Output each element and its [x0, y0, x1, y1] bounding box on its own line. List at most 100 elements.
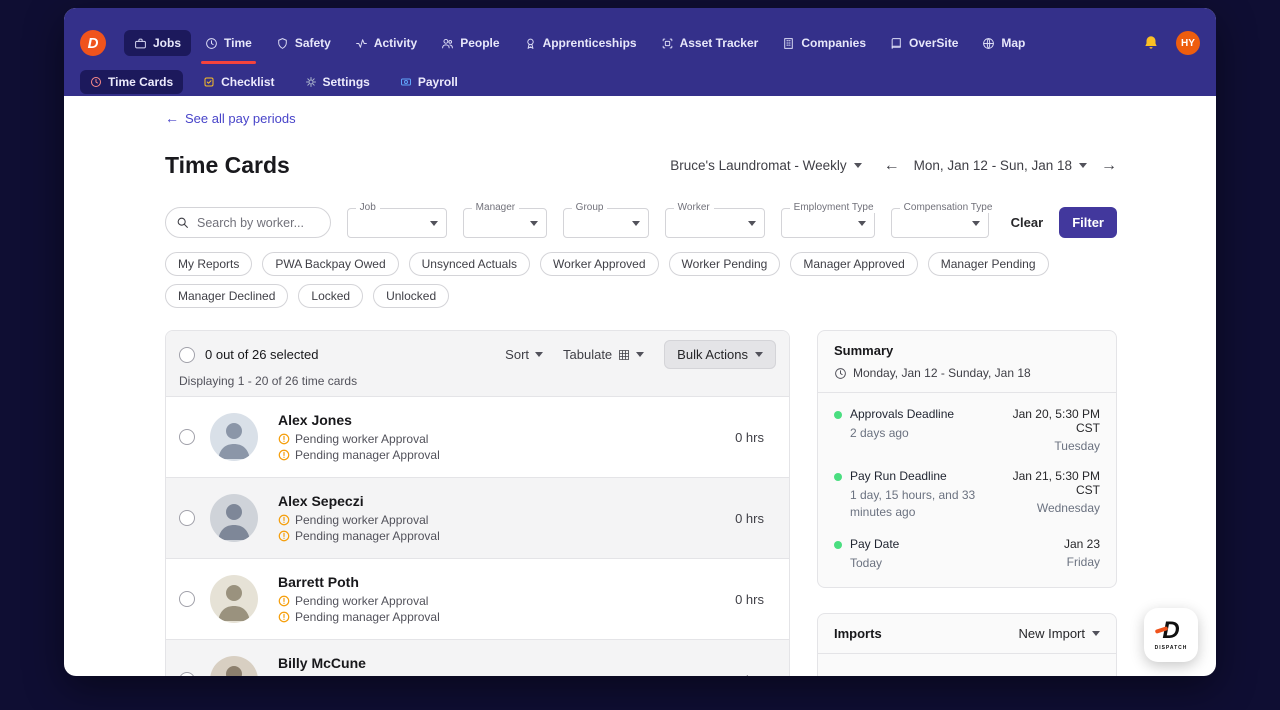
status-dot — [834, 473, 842, 481]
nav-item-map[interactable]: Map — [972, 30, 1035, 56]
nav-item-time[interactable]: Time — [195, 30, 262, 64]
chip-manager-declined[interactable]: Manager Declined — [165, 284, 289, 308]
row-checkbox[interactable] — [179, 591, 195, 607]
row-checkbox[interactable] — [179, 672, 195, 676]
back-to-pay-periods-link[interactable]: See all pay periods — [165, 110, 296, 126]
bulk-actions-label: Bulk Actions — [677, 347, 748, 362]
employment-type-filter-dropdown[interactable]: Employment Type — [780, 201, 878, 238]
person-silhouette-icon — [226, 666, 242, 676]
dropdown-label: Compensation Type — [899, 201, 997, 213]
previous-period-arrow[interactable] — [884, 158, 900, 174]
brand-logo[interactable]: D — [80, 30, 106, 56]
subnav-label: Settings — [322, 74, 370, 89]
nav-label: Asset Tracker — [679, 36, 759, 50]
user-avatar[interactable]: HY — [1176, 31, 1200, 55]
chevron-down-icon — [429, 220, 438, 226]
chip-unsynced-actuals[interactable]: Unsynced Actuals — [408, 252, 531, 276]
worker-avatar — [210, 575, 258, 623]
time-card-row[interactable]: Billy McCune Pending worker Approval Pen… — [166, 639, 789, 676]
warning-icon — [278, 449, 290, 461]
dispatch-chat-widget-button[interactable]: D DISPATCH — [1144, 608, 1198, 662]
next-period-arrow[interactable] — [1101, 158, 1117, 174]
app-window: D Jobs Time Safety Activity People Appre… — [64, 8, 1216, 676]
worker-filter-dropdown[interactable]: Worker — [664, 201, 765, 238]
status-dot — [834, 411, 842, 419]
summary-item-sub: 1 day, 15 hours, and 33 minutes ago — [850, 488, 976, 519]
subnav-item-payroll[interactable]: Payroll — [390, 70, 468, 94]
notifications-bell-icon[interactable] — [1142, 34, 1160, 52]
summary-item-value-sub: Friday — [1066, 554, 1100, 569]
subnav-label: Payroll — [417, 74, 458, 89]
nav-item-people[interactable]: People — [431, 30, 509, 56]
chip-my-reports[interactable]: My Reports — [165, 252, 253, 276]
chip-manager-approved[interactable]: Manager Approved — [790, 252, 918, 276]
dropdown-label: Group — [571, 201, 608, 213]
nav-label: OverSite — [909, 36, 959, 50]
date-range-label: Mon, Jan 12 - Sun, Jan 18 — [913, 158, 1072, 173]
tabulate-menu[interactable]: Tabulate — [563, 347, 645, 362]
date-range-selector[interactable]: Mon, Jan 12 - Sun, Jan 18 — [914, 158, 1087, 173]
row-hours: 0 hrs — [735, 510, 764, 526]
time-card-row[interactable]: Barrett Poth Pending worker Approval Pen… — [166, 558, 789, 639]
chevron-down-icon — [631, 220, 640, 226]
chip-locked[interactable]: Locked — [298, 284, 364, 308]
person-silhouette-icon — [218, 585, 250, 621]
bulk-actions-button[interactable]: Bulk Actions — [664, 340, 776, 369]
search-icon — [177, 217, 188, 228]
worker-avatar — [210, 494, 258, 542]
worker-avatar — [210, 413, 258, 461]
nav-label: Safety — [294, 36, 331, 50]
nav-item-asset-tracker[interactable]: Asset Tracker — [651, 30, 769, 56]
warning-icon — [278, 595, 290, 607]
nav-item-jobs[interactable]: Jobs — [124, 30, 192, 56]
warning-icon — [278, 433, 290, 445]
nav-item-companies[interactable]: Companies — [772, 30, 876, 56]
worker-avatar — [210, 656, 258, 676]
chip-unlocked[interactable]: Unlocked — [373, 284, 450, 308]
group-filter-dropdown[interactable]: Group — [562, 201, 649, 238]
summary-item-label: Pay Date — [850, 536, 900, 551]
row-checkbox[interactable] — [179, 429, 195, 445]
worker-name: Billy McCune — [278, 655, 366, 671]
chip-manager-pending[interactable]: Manager Pending — [927, 252, 1049, 276]
subnav-item-checklist[interactable]: Checklist — [193, 70, 284, 94]
chevron-down-icon — [747, 220, 756, 226]
nav-item-safety[interactable]: Safety — [266, 30, 341, 56]
subnav-item-time-cards[interactable]: Time Cards — [80, 69, 184, 94]
status-text: Pending worker Approval — [295, 513, 429, 527]
compensation-type-filter-dropdown[interactable]: Compensation Type — [890, 201, 997, 238]
new-import-label: New Import — [1018, 626, 1085, 642]
subnav-item-settings[interactable]: Settings — [295, 70, 380, 94]
displaying-range: Displaying 1 - 20 of 26 time cards — [179, 374, 358, 388]
apply-filter-button[interactable]: Filter — [1059, 207, 1117, 238]
checklist-icon — [204, 77, 214, 86]
search-input[interactable] — [165, 207, 331, 238]
summary-item-sub: Today — [850, 555, 883, 570]
row-hours: 0 hrs — [735, 429, 764, 445]
status-text: Pending manager Approval — [295, 610, 440, 624]
summary-item-value-sub: Wednesday — [1036, 501, 1100, 515]
nav-item-activity[interactable]: Activity — [345, 30, 427, 56]
warning-icon — [278, 530, 290, 542]
time-card-row[interactable]: Alex Jones Pending worker Approval Pendi… — [166, 397, 789, 477]
dropdown-label: Worker — [673, 201, 714, 213]
brand-logo-letter: D — [87, 34, 99, 52]
sort-menu[interactable]: Sort — [505, 347, 544, 362]
chip-worker-pending[interactable]: Worker Pending — [668, 252, 781, 276]
new-import-button[interactable]: New Import — [1019, 626, 1100, 641]
globe-icon — [983, 37, 995, 49]
row-checkbox[interactable] — [179, 510, 195, 526]
nav-item-apprenticeships[interactable]: Apprenticeships — [514, 30, 647, 56]
imports-title: Imports — [834, 626, 882, 642]
summary-item-pay-date: Pay Date Today Jan 23 Friday — [834, 537, 1100, 572]
company-period-selector[interactable]: Bruce's Laundromat - Weekly — [670, 158, 862, 173]
chip-pwa-backpay-owed[interactable]: PWA Backpay Owed — [262, 252, 399, 276]
time-card-row[interactable]: Alex Sepeczi Pending worker Approval Pen… — [166, 477, 789, 558]
manager-filter-dropdown[interactable]: Manager — [462, 201, 547, 238]
job-filter-dropdown[interactable]: Job — [346, 201, 447, 238]
clear-filters-button[interactable]: Clear — [1011, 215, 1044, 230]
select-all-checkbox[interactable] — [179, 346, 195, 363]
nav-label: Map — [1001, 36, 1026, 50]
nav-item-oversite[interactable]: OverSite — [880, 30, 968, 56]
chip-worker-approved[interactable]: Worker Approved — [540, 252, 659, 276]
